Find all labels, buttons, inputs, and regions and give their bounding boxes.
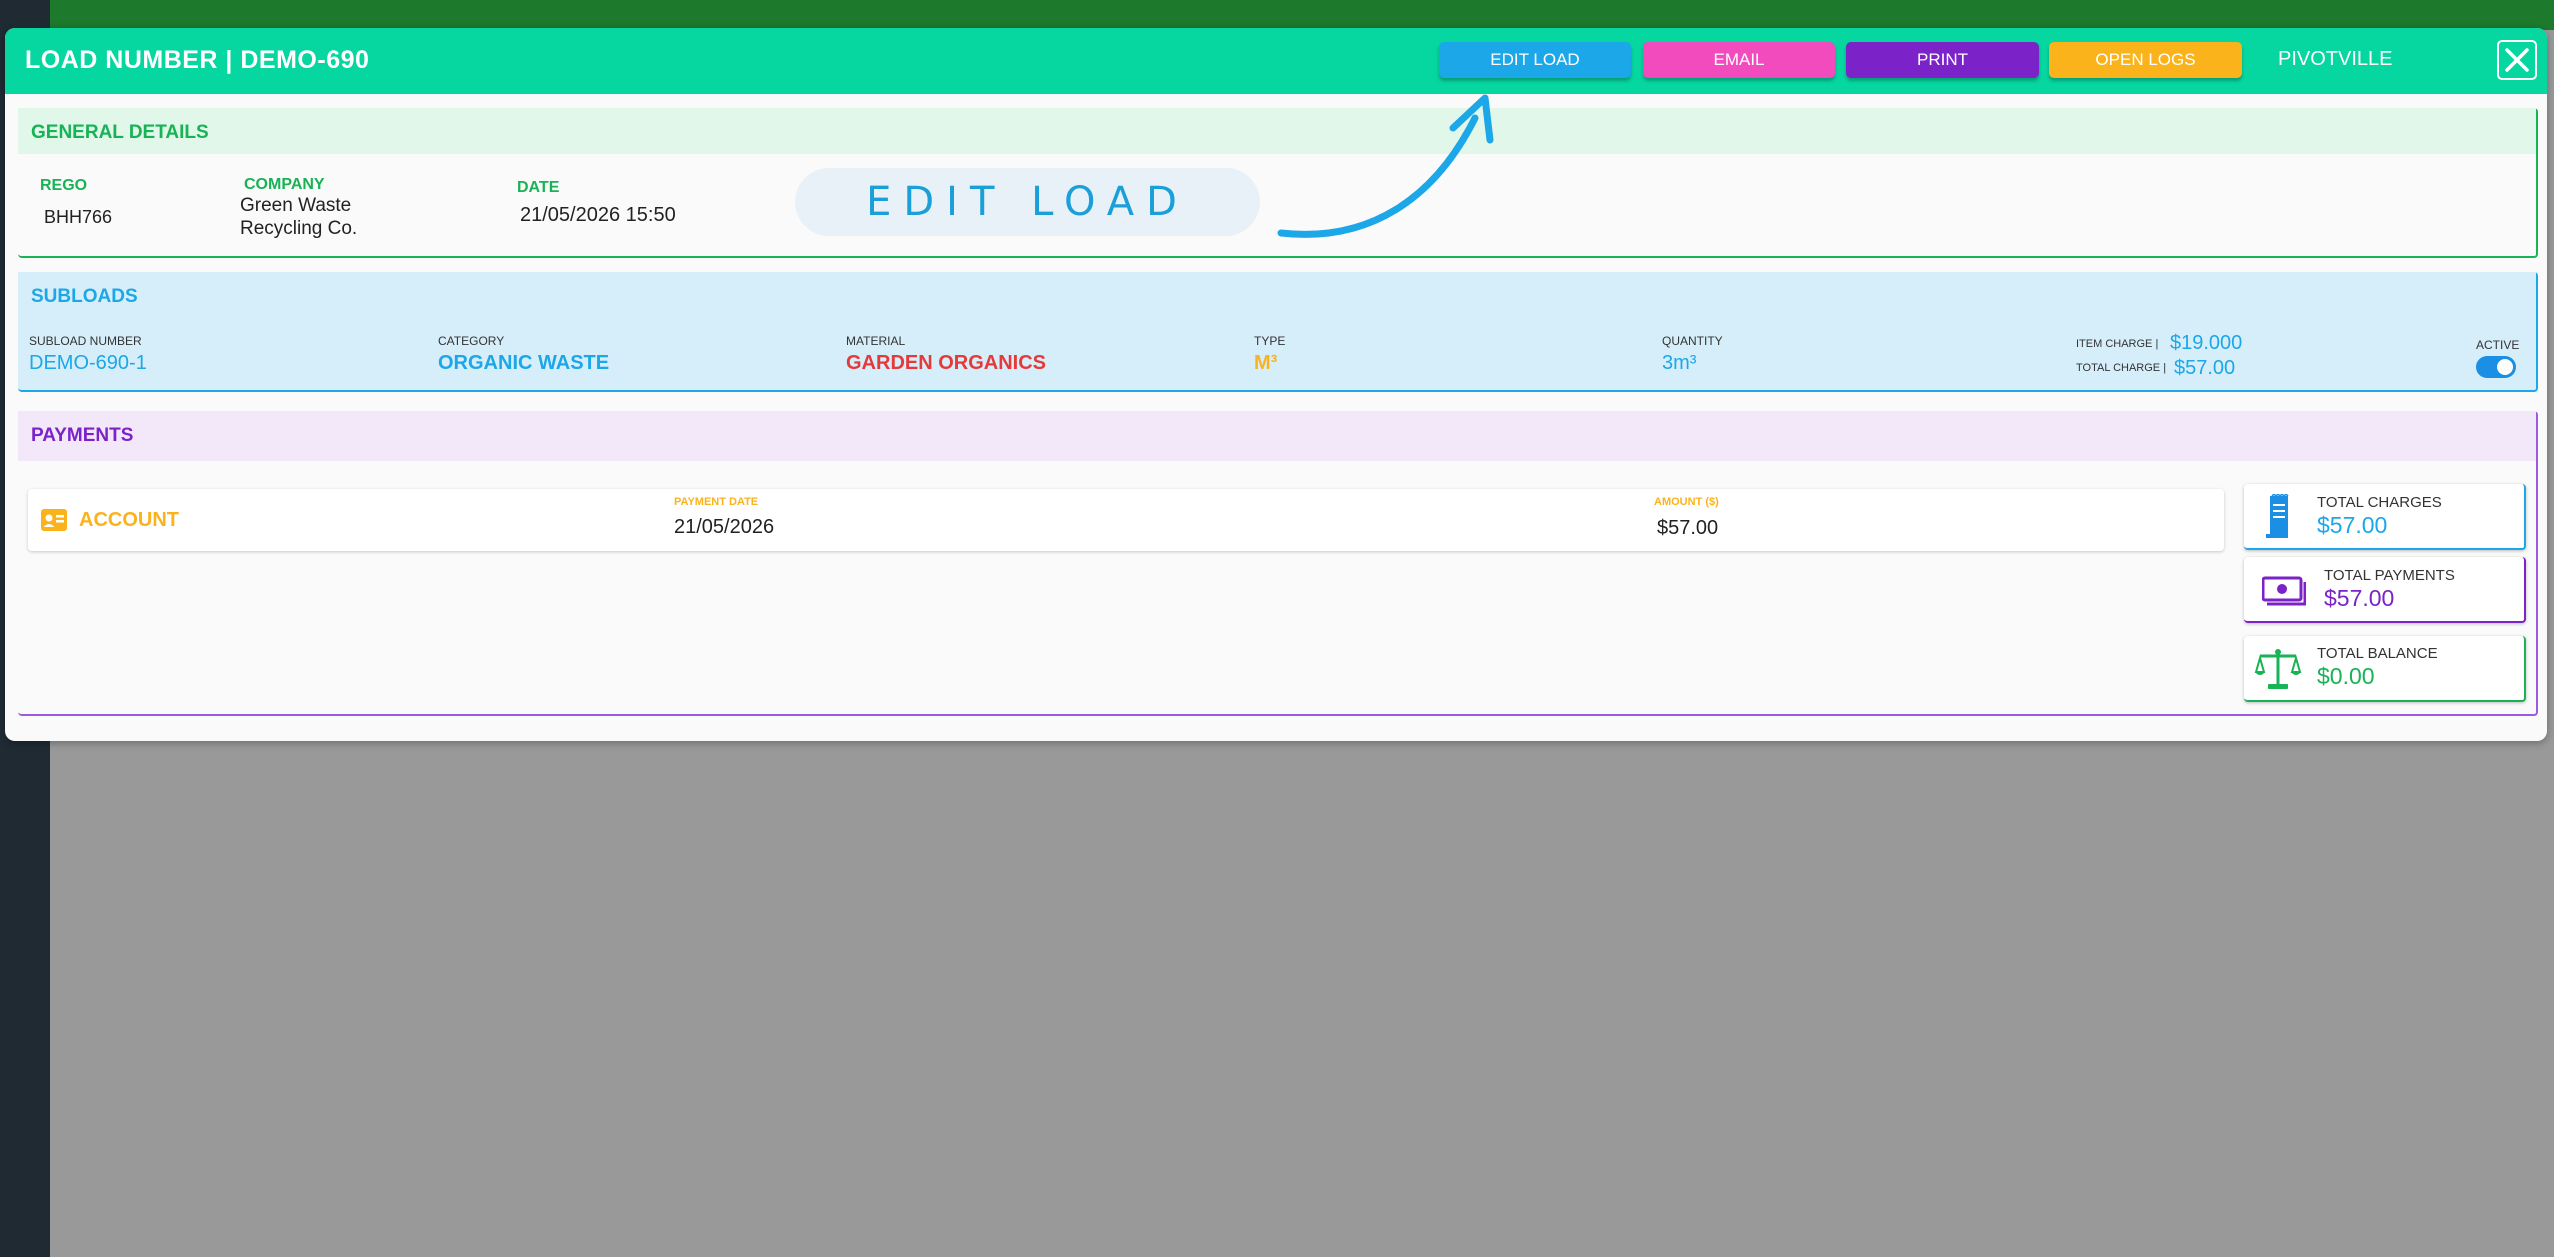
rego-value: BHH766 [44, 207, 113, 227]
amount-value: $57.00 [1657, 517, 1719, 539]
subloads-section: SUBLOADS SUBLOAD NUMBER DEMO-690-1 CATEG… [18, 272, 2538, 392]
total-charges-value: $57.00 [2317, 512, 2388, 538]
amount-label: AMOUNT ($) [1654, 496, 1719, 508]
edit-load-callout: EDIT LOAD [795, 168, 1260, 236]
payment-method: ACCOUNT [79, 509, 179, 531]
total-payments-value: $57.00 [2324, 585, 2395, 611]
payment-row[interactable]: ACCOUNT PAYMENT DATE 21/05/2026 AMOUNT (… [28, 489, 2224, 551]
date-label: DATE [517, 179, 560, 196]
total-payments-card: TOTAL PAYMENTS $57.00 [2244, 557, 2526, 623]
modal-title: LOAD NUMBER | DEMO-690 [25, 46, 370, 74]
company-label: COMPANY [244, 176, 325, 193]
edit-load-button[interactable]: EDIT LOAD [1439, 42, 1631, 78]
subloads-title: SUBLOADS [31, 286, 138, 307]
payments-title: PAYMENTS [31, 425, 134, 446]
subload-number-value: DEMO-690-1 [29, 352, 147, 374]
subloads-header: SUBLOADS [18, 272, 2536, 318]
load-details-modal: LOAD NUMBER | DEMO-690 EDIT LOAD EMAIL P… [5, 28, 2547, 741]
total-balance-label: TOTAL BALANCE [2317, 645, 2438, 662]
total-charge-value: $57.00 [2174, 357, 2236, 379]
payments-section: PAYMENTS ACCOUNT PAYMENT DATE 21/05/2026… [18, 411, 2538, 716]
close-icon [2505, 48, 2529, 72]
payment-date-label: PAYMENT DATE [674, 496, 759, 508]
date-value: 21/05/2026 15:50 [520, 204, 676, 226]
item-charge-label: ITEM CHARGE | [2076, 338, 2159, 350]
category-label: CATEGORY [438, 334, 505, 348]
company-value-line2: Recycling Co. [240, 218, 358, 239]
rego-label: REGO [40, 177, 88, 194]
active-toggle[interactable] [2476, 356, 2516, 378]
company-value-line1: Green Waste [240, 195, 352, 216]
email-button[interactable]: EMAIL [1643, 42, 1835, 78]
receipt-icon [2266, 494, 2289, 538]
balance-scale-icon [2254, 649, 2302, 689]
print-button[interactable]: PRINT [1846, 42, 2039, 78]
quantity-label: QUANTITY [1662, 334, 1723, 348]
active-label: ACTIVE [2476, 338, 2520, 352]
material-label: MATERIAL [846, 334, 906, 348]
category-value: ORGANIC WASTE [438, 352, 610, 374]
material-value: GARDEN ORGANICS [846, 352, 1047, 374]
type-label: TYPE [1254, 334, 1286, 348]
subload-number-label: SUBLOAD NUMBER [29, 334, 142, 348]
payment-date-value: 21/05/2026 [674, 516, 775, 538]
total-payments-label: TOTAL PAYMENTS [2324, 567, 2455, 584]
general-details-title: GENERAL DETAILS [31, 122, 209, 143]
subload-row[interactable]: SUBLOAD NUMBER DEMO-690-1 CATEGORY ORGAN… [24, 324, 2526, 384]
total-balance-value: $0.00 [2317, 663, 2375, 689]
arrow-pointer-icon [1277, 94, 1494, 238]
active-toggle-knob [2497, 359, 2513, 375]
quantity-value: 3m³ [1662, 352, 1697, 374]
total-charge-label: TOTAL CHARGE | [2076, 362, 2167, 374]
item-charge-value: $19.000 [2170, 332, 2243, 354]
type-value: M³ [1254, 352, 1278, 374]
account-card-icon [41, 509, 67, 531]
total-charges-card: TOTAL CHARGES $57.00 [2244, 484, 2526, 550]
site-name: PIVOTVILLE [2278, 48, 2393, 70]
open-logs-button[interactable]: OPEN LOGS [2049, 42, 2242, 78]
cash-icon [2262, 576, 2306, 606]
total-charges-label: TOTAL CHARGES [2317, 494, 2442, 511]
page-backdrop-top [0, 0, 2554, 30]
close-button[interactable] [2497, 40, 2537, 80]
total-balance-card: TOTAL BALANCE $0.00 [2244, 636, 2526, 702]
payments-header: PAYMENTS [18, 411, 2536, 461]
